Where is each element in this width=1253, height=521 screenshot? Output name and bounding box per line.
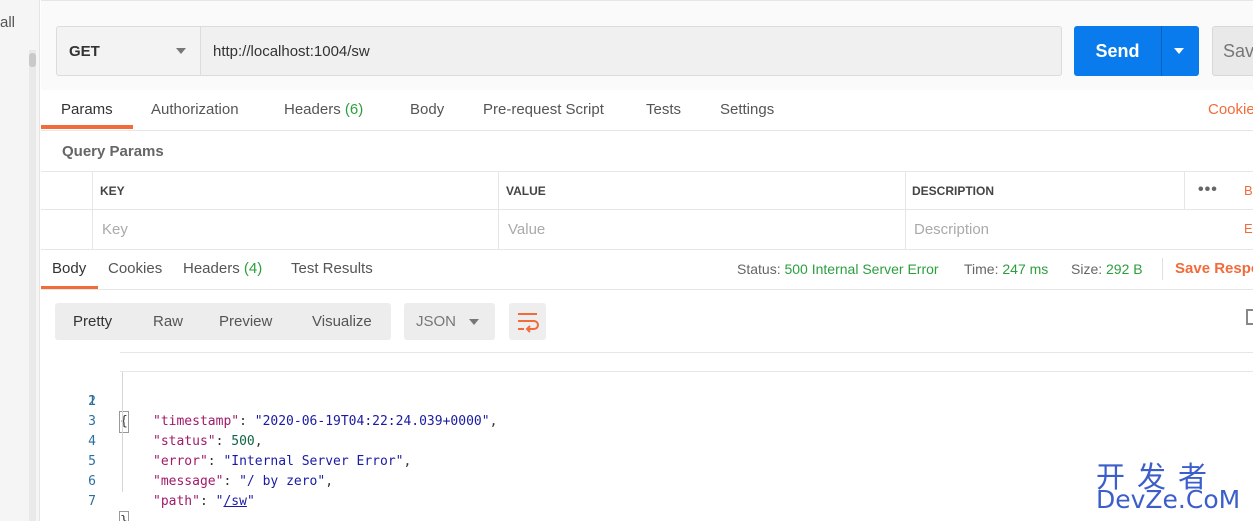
json-string-quote: " (246, 494, 255, 509)
url-input[interactable]: http://localhost:1004/sw (200, 26, 1062, 76)
code-line: 6 "path": "/sw" (41, 452, 1253, 509)
size-label: Size: (1071, 261, 1103, 277)
active-response-tab-indicator (41, 286, 98, 289)
wrap-lines-button[interactable] (509, 303, 546, 340)
view-mode-switch: Pretty Raw Preview Visualize (55, 303, 391, 340)
tab-response-cookies[interactable]: Cookies (108, 250, 162, 288)
tab-headers[interactable]: Headers (6) (284, 90, 363, 130)
send-button[interactable]: Send (1074, 26, 1199, 76)
query-params-title: Query Params (62, 143, 164, 160)
save-label: Save (1223, 40, 1253, 61)
tab-response-headers[interactable]: Headers (4) (183, 250, 262, 288)
response-headers-label: Headers (183, 260, 240, 277)
size-info: Size: 292 B (1071, 250, 1143, 288)
path-link[interactable]: /sw (223, 494, 246, 509)
code-line: 7 } (41, 472, 1253, 521)
view-pretty-button[interactable]: Pretty (73, 303, 112, 340)
response-body-editor[interactable]: 1 { 2 "timestamp": "2020-06-19T04:22:24.… (41, 352, 1253, 521)
tab-response-body[interactable]: Body (52, 250, 86, 288)
save-button[interactable]: Save (1212, 26, 1253, 76)
tab-body[interactable]: Body (410, 90, 444, 130)
tab-authorization[interactable]: Authorization (151, 90, 239, 130)
save-response-button[interactable]: Save Response (1175, 250, 1253, 288)
format-value: JSON (416, 313, 457, 330)
tab-params[interactable]: Params (61, 90, 113, 130)
code-line-text: "path": "/sw" (153, 494, 255, 509)
left-sidebar: all (0, 0, 40, 521)
status-info: Status: 500 Internal Server Error (737, 250, 939, 288)
view-raw-button[interactable]: Raw (153, 303, 183, 340)
main-panel: GET http://localhost:1004/sw Send Save P… (41, 0, 1253, 521)
column-divider (92, 172, 93, 250)
format-select[interactable]: JSON (404, 303, 495, 340)
time-label: Time: (964, 261, 999, 277)
url-value: http://localhost:1004/sw (213, 42, 370, 60)
tab-headers-count: (6) (344, 101, 364, 118)
json-key: "path" (153, 494, 200, 509)
code-line: 4 "error": "Internal Server Error", (41, 412, 1253, 469)
tab-headers-label: Headers (284, 101, 341, 118)
tab-tests[interactable]: Tests (646, 90, 681, 130)
sidebar-scrollbar[interactable] (29, 50, 36, 521)
view-preview-button[interactable]: Preview (219, 303, 272, 340)
request-tabs: Params Authorization Headers (6) Body Pr… (41, 90, 1253, 131)
sidebar-partial-label[interactable]: all (0, 14, 15, 31)
tab-test-results[interactable]: Test Results (291, 250, 373, 288)
description-input[interactable]: Description (914, 210, 989, 249)
size-value: 292 B (1106, 261, 1143, 277)
code-line: 3 "status": 500, (41, 392, 1253, 449)
method-select[interactable]: GET (56, 26, 200, 76)
active-line-highlight (120, 352, 1253, 372)
active-tab-indicator (41, 125, 133, 129)
response-headers-count: (4) (243, 260, 263, 277)
send-label: Send (1095, 40, 1140, 61)
send-divider (1161, 26, 1162, 76)
column-header-key: KEY (100, 184, 125, 198)
column-header-value: VALUE (506, 184, 546, 198)
column-header-description: DESCRIPTION (912, 184, 995, 198)
cookies-link[interactable]: Cookies (1208, 90, 1253, 130)
line-number: 7 (88, 494, 96, 509)
copy-icon[interactable] (1246, 309, 1253, 327)
chevron-down-icon (469, 319, 479, 325)
send-options-chevron-icon[interactable] (1174, 48, 1184, 54)
column-divider (905, 172, 906, 250)
close-brace: } (119, 511, 129, 521)
view-visualize-button[interactable]: Visualize (312, 303, 372, 340)
column-divider (498, 172, 499, 250)
code-line: 2 "timestamp": "2020-06-19T04:22:24.039+… (41, 372, 1253, 429)
watermark-en: DevZe.CoM (1096, 485, 1241, 514)
status-value: 500 Internal Server Error (784, 261, 939, 277)
time-info: Time: 247 ms (964, 250, 1048, 288)
status-label: Status: (737, 261, 781, 277)
method-value: GET (69, 42, 100, 60)
params-table: KEY VALUE DESCRIPTION ••• Bulk Edit Key … (41, 171, 1253, 250)
value-input[interactable]: Value (508, 210, 545, 249)
bulk-edit-link[interactable]: Bulk Edit (1244, 172, 1253, 236)
code-line: 1 { (41, 352, 1253, 433)
time-value: 247 ms (1002, 261, 1049, 277)
key-input[interactable]: Key (102, 210, 128, 249)
column-divider (1184, 172, 1185, 210)
params-header-row (41, 172, 1253, 210)
scrollbar-thumb[interactable] (29, 53, 36, 67)
more-options-icon[interactable]: ••• (1198, 172, 1218, 210)
code-line: 5 "message": "/ by zero", (41, 432, 1253, 489)
meta-divider (1162, 258, 1163, 280)
tab-settings[interactable]: Settings (720, 90, 774, 130)
wrap-lines-icon (518, 313, 539, 333)
response-tabs: Body Cookies Headers (4) Test Results St… (41, 249, 1253, 290)
chevron-down-icon (176, 48, 186, 54)
tab-pre-request-script[interactable]: Pre-request Script (483, 90, 604, 130)
